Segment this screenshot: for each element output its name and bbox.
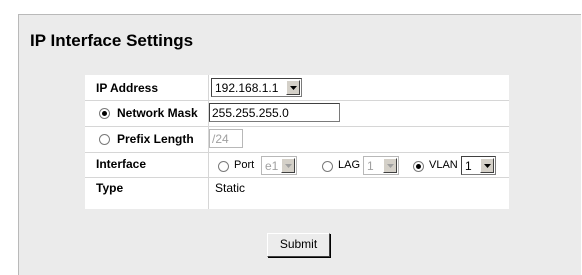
- lag-select[interactable]: 1: [363, 156, 399, 175]
- ip-address-label: IP Address: [96, 81, 159, 95]
- column-divider: [208, 75, 209, 209]
- port-select[interactable]: e1: [261, 156, 297, 175]
- lag-label: LAG: [338, 159, 361, 171]
- prefix-length-label: Prefix Length: [117, 132, 194, 146]
- interface-label: Interface: [96, 157, 147, 171]
- chevron-down-icon: [480, 158, 494, 173]
- vlan-value: 1: [465, 159, 472, 173]
- chevron-down-icon: [281, 158, 295, 173]
- port-value: e1: [265, 159, 279, 173]
- row-divider: [85, 152, 509, 153]
- network-mask-label: Network Mask: [117, 106, 198, 120]
- row-divider: [85, 126, 509, 127]
- type-label: Type: [96, 181, 124, 195]
- ip-address-value: 192.168.1.1: [215, 81, 279, 95]
- ip-interface-form: IP Address 192.168.1.1 Network Mask 255.…: [85, 75, 509, 209]
- prefix-length-input[interactable]: /24: [209, 129, 243, 148]
- type-value: Static: [215, 181, 246, 195]
- lag-radio[interactable]: [322, 161, 333, 172]
- row-divider: [85, 100, 509, 101]
- chevron-down-icon: [286, 80, 300, 95]
- network-mask-radio[interactable]: [99, 108, 110, 119]
- chevron-down-icon: [383, 158, 397, 173]
- vlan-select[interactable]: 1: [461, 156, 496, 175]
- vlan-label: VLAN: [429, 159, 458, 171]
- radio-selected-icon: [102, 111, 107, 116]
- port-radio[interactable]: [218, 161, 229, 172]
- row-divider: [85, 177, 509, 178]
- port-label: Port: [234, 159, 255, 171]
- vlan-radio[interactable]: [413, 161, 424, 172]
- radio-selected-icon: [416, 164, 421, 169]
- submit-button[interactable]: Submit: [267, 233, 330, 257]
- lag-value: 1: [367, 159, 374, 173]
- prefix-length-radio[interactable]: [99, 134, 110, 145]
- network-mask-input[interactable]: 255.255.255.0: [209, 103, 340, 122]
- ip-address-select[interactable]: 192.168.1.1: [211, 78, 302, 97]
- page-title: IP Interface Settings: [30, 31, 194, 50]
